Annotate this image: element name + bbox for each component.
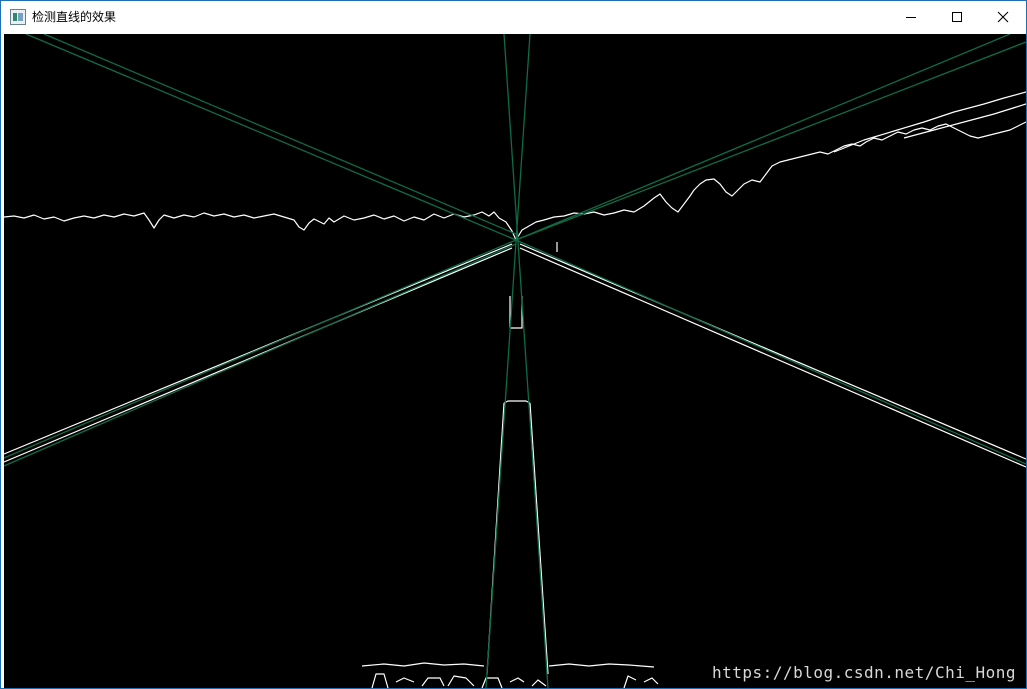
window-controls <box>888 1 1026 32</box>
road-edge-left-inner <box>4 247 513 463</box>
center-lane-edge <box>503 400 531 404</box>
horizon-edge-left <box>4 211 517 241</box>
title-bar[interactable]: 检测直线的效果 <box>1 1 1026 32</box>
minimize-icon <box>906 16 916 18</box>
hough-lines-image <box>4 34 1026 688</box>
hough-line <box>515 41 1026 241</box>
shoreline-edge <box>833 91 1026 153</box>
road-edge-right-inner <box>519 247 1026 468</box>
window-title: 检测直线的效果 <box>32 10 117 24</box>
watermark-text: https://blog.csdn.net/Chi_Hong <box>712 663 1016 682</box>
road-edge-right-outer <box>519 243 1026 460</box>
hough-line <box>4 243 517 467</box>
close-icon <box>997 11 1009 22</box>
horizon-edge-right <box>515 121 1026 241</box>
hough-line <box>503 34 549 688</box>
close-button[interactable] <box>980 1 1026 32</box>
hough-line <box>485 34 531 688</box>
app-icon <box>10 8 26 25</box>
road-edge-left-outer <box>4 243 513 455</box>
hough-lines <box>4 34 1026 688</box>
hough-line <box>43 34 517 235</box>
hough-line <box>25 34 517 241</box>
app-window: 检测直线的效果 https://blog.csdn.net/Chi_Hong <box>0 0 1027 689</box>
minimize-button[interactable] <box>888 1 934 32</box>
image-canvas: https://blog.csdn.net/Chi_Hong <box>4 34 1026 688</box>
maximize-icon <box>952 11 962 22</box>
center-lane-right <box>529 402 549 675</box>
bottom-edges <box>361 662 659 688</box>
hough-line <box>515 34 1011 241</box>
hough-line <box>4 239 517 459</box>
hough-line <box>515 239 1026 465</box>
canny-edges <box>4 91 1026 688</box>
maximize-button[interactable] <box>934 1 980 32</box>
